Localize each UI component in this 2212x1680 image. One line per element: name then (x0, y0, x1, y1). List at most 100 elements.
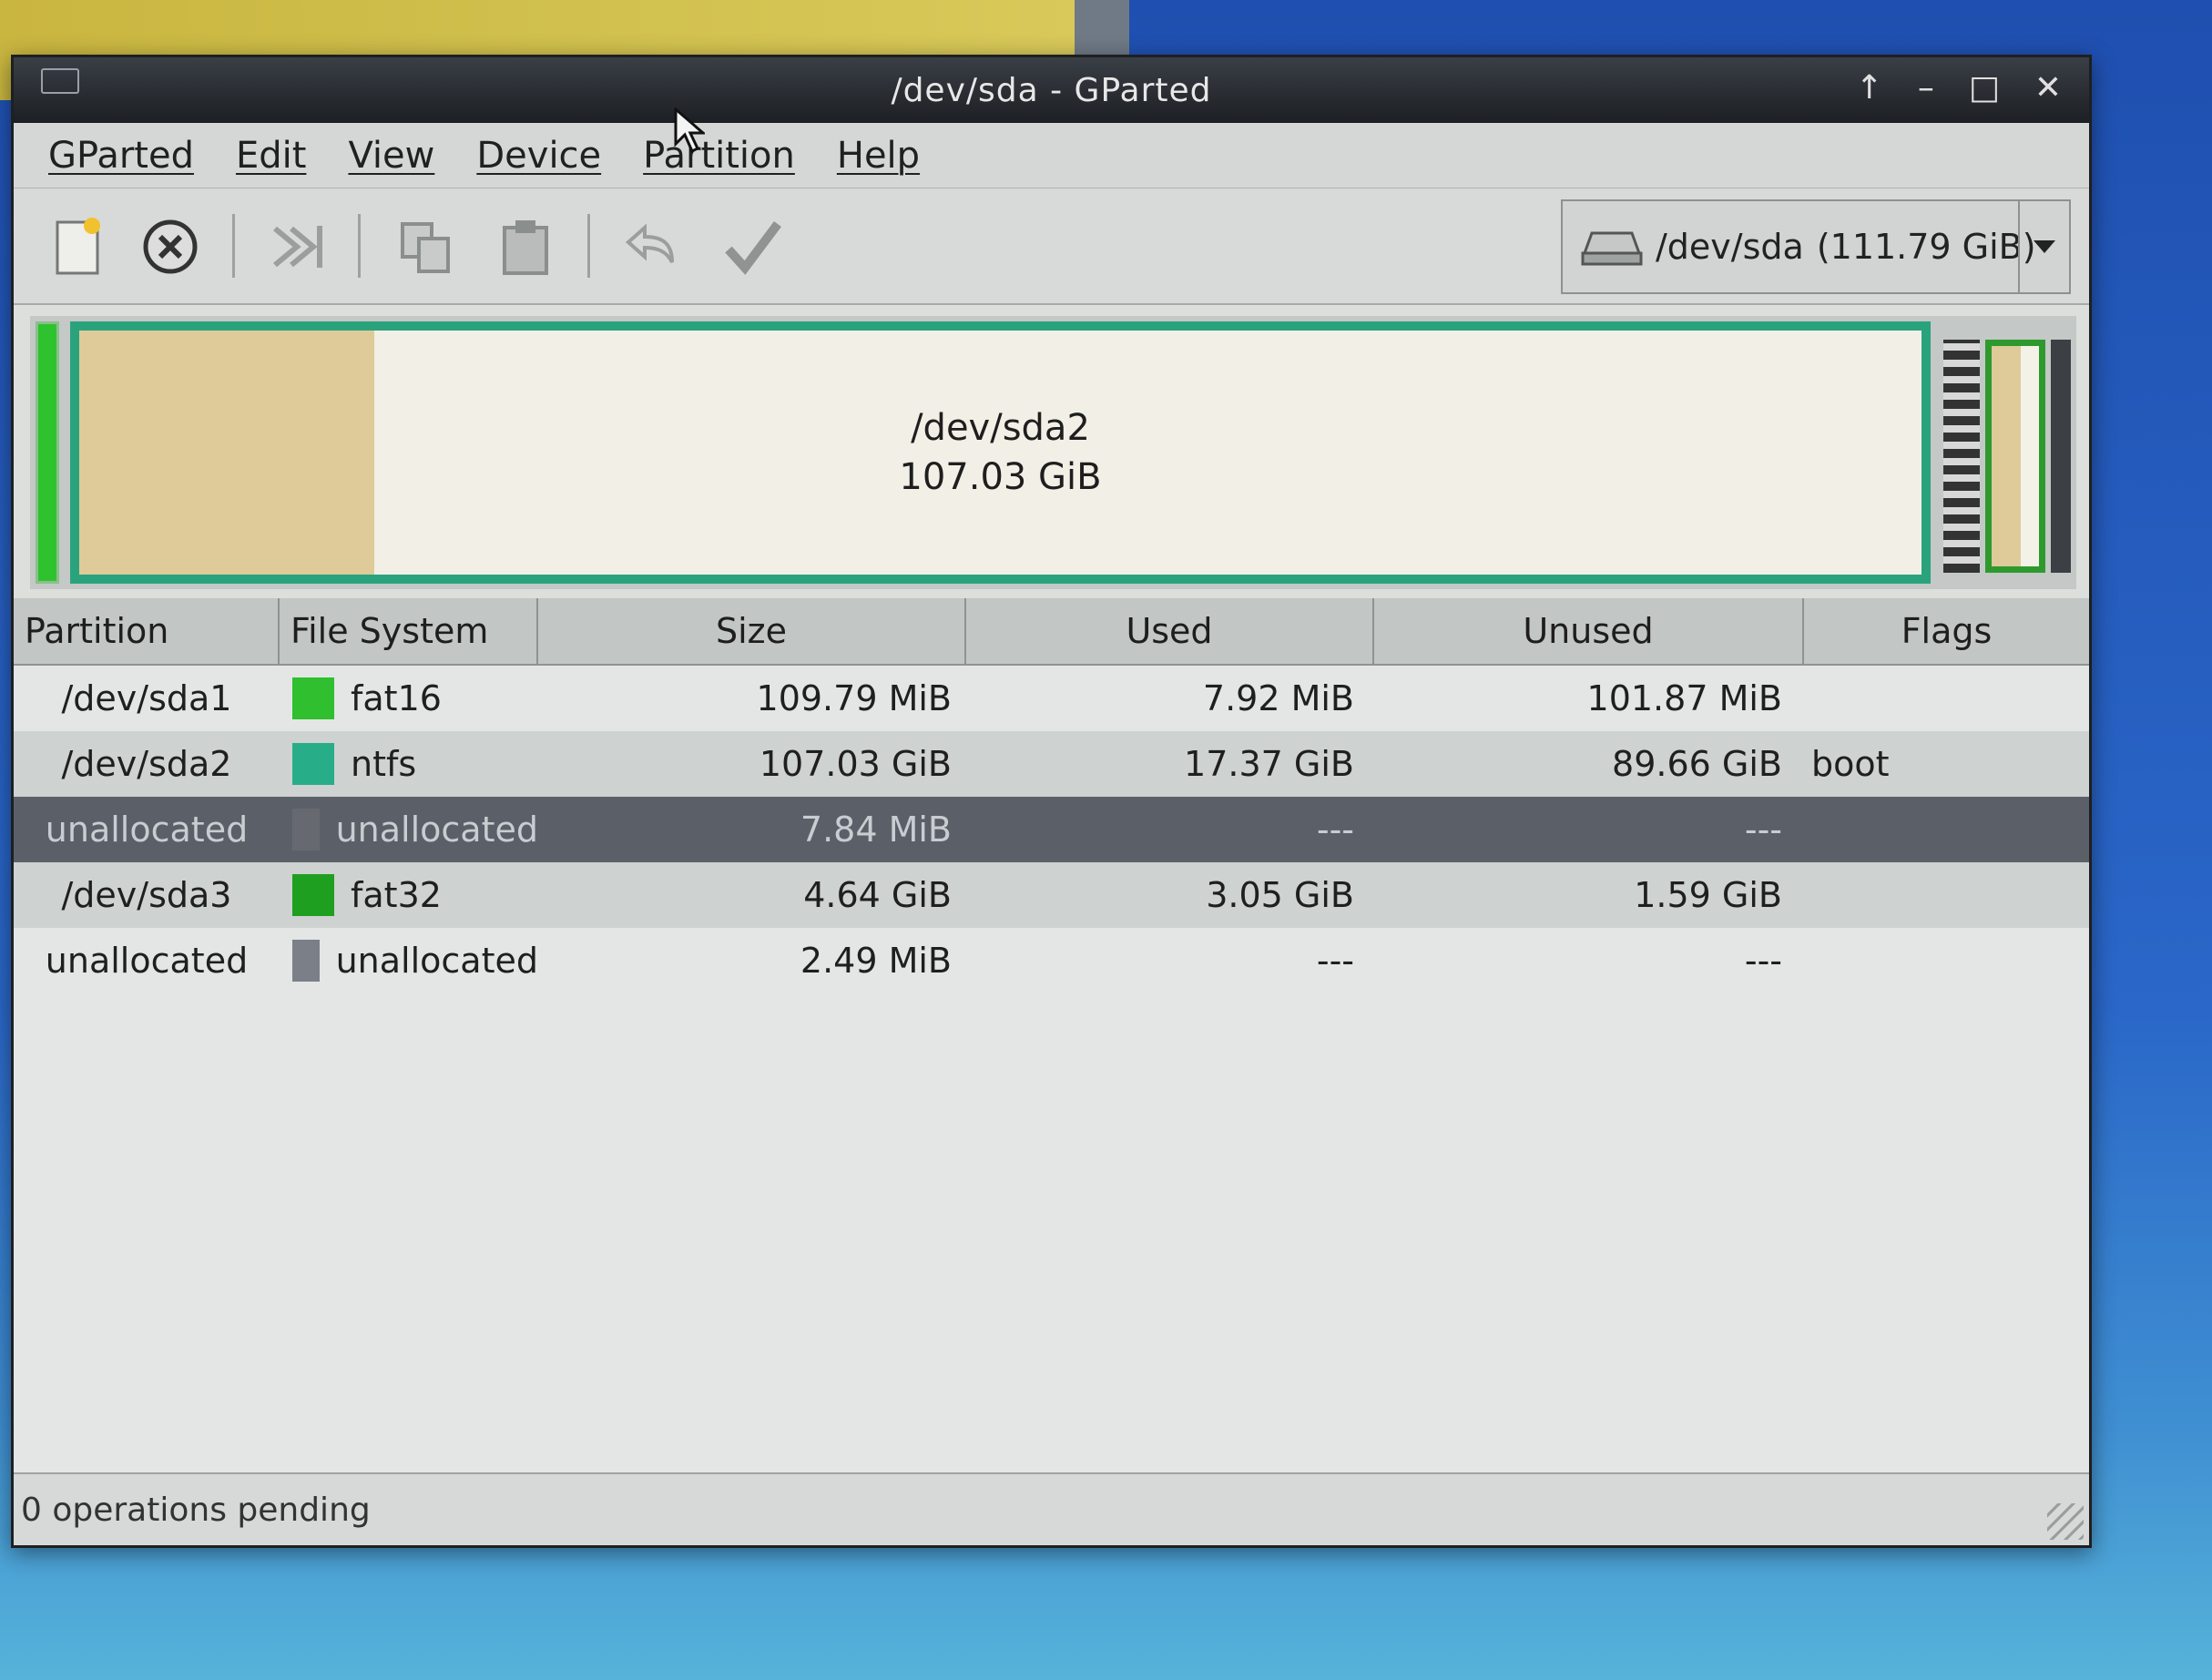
flags-cell: boot (1811, 744, 1890, 784)
filesystem-color-swatch (292, 809, 320, 850)
filesystem-color-swatch (292, 940, 320, 982)
disk-map: /dev/sda2 107.03 GiB (30, 316, 2076, 589)
menu-help[interactable]: Help (837, 135, 920, 177)
paste-icon (503, 220, 548, 275)
header-flags[interactable]: Flags (1804, 598, 2089, 664)
unused-cell: 1.59 GiB (1634, 875, 1782, 915)
resize-move-icon (273, 226, 322, 268)
toolbar-separator (358, 214, 361, 278)
used-cell: --- (1316, 809, 1354, 850)
menu-bar: GParted Edit View Device Partition Help (14, 123, 2089, 188)
filesystem-cell: fat32 (280, 862, 538, 928)
new-icon (56, 218, 100, 275)
diskmap-partition-name: /dev/sda2 (911, 407, 1090, 449)
paste-button[interactable] (487, 209, 564, 285)
used-cell: --- (1316, 941, 1354, 981)
maximize-icon[interactable]: □ (1969, 70, 2000, 107)
mouse-cursor-icon (674, 107, 705, 154)
diskmap-unallocated-tail[interactable] (2051, 340, 2071, 573)
minimize-icon[interactable]: – (1918, 70, 1934, 107)
status-bar: 0 operations pending (14, 1472, 2089, 1545)
copy-button[interactable] (387, 209, 464, 285)
filesystem-color-swatch (292, 743, 334, 785)
size-cell: 2.49 MiB (800, 941, 952, 981)
filesystem-cell: unallocated (280, 797, 538, 862)
copy-icon (401, 222, 450, 273)
unused-cell: 89.66 GiB (1612, 744, 1782, 784)
table-row[interactable]: /dev/sda2 ntfs 107.03 GiB 17.37 GiB 89.6… (14, 731, 2089, 797)
partition-name: /dev/sda2 (61, 744, 232, 784)
filesystem-name: fat16 (351, 678, 442, 718)
window-controls: ↑ – □ ✕ (1856, 70, 2062, 107)
toolbar: /dev/sda (111.79 GiB) (14, 188, 2089, 305)
gparted-window: /dev/sda - GParted ↑ – □ ✕ GParted Edit … (11, 55, 2092, 1548)
keep-above-icon[interactable]: ↑ (1856, 70, 1883, 107)
filesystem-name: ntfs (351, 744, 417, 784)
diskmap-label: /dev/sda2 107.03 GiB (79, 403, 1921, 502)
chevron-down-icon[interactable] (2018, 201, 2069, 292)
diskmap-unallocated[interactable] (1943, 340, 1980, 573)
menu-gparted[interactable]: GParted (48, 135, 194, 177)
window-title: /dev/sda - GParted (891, 72, 1212, 109)
unused-cell: --- (1744, 941, 1782, 981)
filesystem-name: unallocated (335, 941, 538, 981)
flags-cell (1804, 797, 2089, 862)
filesystem-cell: fat16 (280, 666, 538, 731)
delete-partition-button[interactable] (132, 209, 209, 285)
diskmap-sda2-selected[interactable]: /dev/sda2 107.03 GiB (70, 321, 1931, 584)
used-cell: 3.05 GiB (1206, 875, 1354, 915)
size-cell: 4.64 GiB (803, 875, 952, 915)
partition-table: Partition File System Size Used Unused F… (14, 598, 2089, 1472)
size-cell: 109.79 MiB (756, 678, 952, 718)
device-size: (111.79 GiB) (1816, 227, 2036, 267)
harddisk-icon (1581, 231, 1643, 266)
header-file-system[interactable]: File System (280, 598, 538, 664)
status-text: 0 operations pending (21, 1491, 371, 1529)
flags-cell (1804, 666, 2089, 731)
filesystem-name: unallocated (335, 809, 538, 850)
undo-button[interactable] (615, 209, 691, 285)
header-partition[interactable]: Partition (14, 598, 280, 664)
device-name: /dev/sda (1656, 227, 1804, 267)
used-cell: 17.37 GiB (1184, 744, 1354, 784)
diskmap-sda3-used (1992, 346, 2022, 566)
close-icon[interactable]: ✕ (2034, 70, 2062, 107)
header-used[interactable]: Used (966, 598, 1374, 664)
diskmap-sda3[interactable] (1985, 340, 2045, 573)
size-cell: 107.03 GiB (759, 744, 952, 784)
diskmap-sda1[interactable] (36, 321, 59, 584)
partition-name: /dev/sda1 (61, 678, 232, 718)
menu-edit[interactable]: Edit (236, 135, 306, 177)
apply-button[interactable] (715, 209, 791, 285)
undo-icon (625, 223, 674, 263)
flags-cell (1804, 862, 2089, 928)
table-row-selected[interactable]: unallocated unallocated 7.84 MiB --- --- (14, 797, 2089, 862)
unused-cell: 101.87 MiB (1586, 678, 1782, 718)
title-bar[interactable]: /dev/sda - GParted ↑ – □ ✕ (14, 57, 2089, 123)
table-row[interactable]: /dev/sda1 fat16 109.79 MiB 7.92 MiB 101.… (14, 666, 2089, 731)
menu-device[interactable]: Device (476, 135, 601, 177)
header-size[interactable]: Size (538, 598, 966, 664)
toolbar-separator (587, 214, 590, 278)
unused-cell: --- (1744, 809, 1782, 850)
partition-name: unallocated (45, 941, 249, 981)
filesystem-color-swatch (292, 677, 334, 719)
device-selector[interactable]: /dev/sda (111.79 GiB) (1561, 199, 2071, 294)
resize-grip[interactable] (2047, 1503, 2084, 1540)
resize-move-button[interactable] (260, 209, 336, 285)
table-header: Partition File System Size Used Unused F… (14, 598, 2089, 666)
menu-view[interactable]: View (348, 135, 434, 177)
filesystem-name: fat32 (351, 875, 442, 915)
table-row[interactable]: /dev/sda3 fat32 4.64 GiB 3.05 GiB 1.59 G… (14, 862, 2089, 928)
menu-partition[interactable]: Partition (643, 135, 795, 177)
size-cell: 7.84 MiB (800, 809, 952, 850)
apply-icon (725, 221, 781, 275)
diskmap-partition-size: 107.03 GiB (899, 456, 1102, 498)
header-unused[interactable]: Unused (1374, 598, 1804, 664)
new-partition-button[interactable] (41, 209, 117, 285)
used-cell: 7.92 MiB (1202, 678, 1354, 718)
filesystem-cell: unallocated (280, 928, 538, 993)
partition-name: unallocated (45, 809, 249, 850)
delete-icon (143, 219, 198, 274)
table-row[interactable]: unallocated unallocated 2.49 MiB --- --- (14, 928, 2089, 993)
